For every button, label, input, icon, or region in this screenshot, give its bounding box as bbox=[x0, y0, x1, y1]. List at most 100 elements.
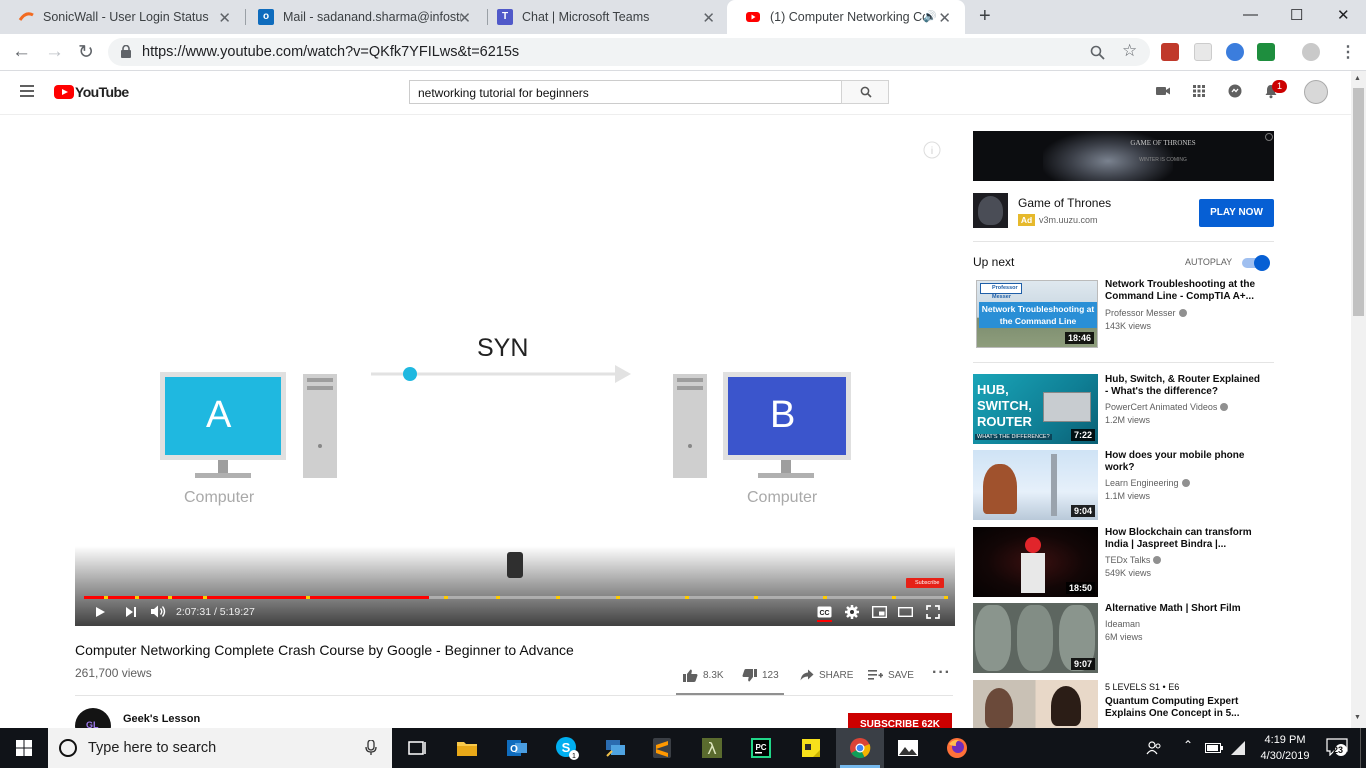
close-tab-icon[interactable]: ✕ bbox=[218, 9, 231, 27]
create-video-icon[interactable] bbox=[1155, 83, 1171, 99]
theater-mode-icon[interactable] bbox=[898, 606, 913, 618]
view-count: 6M views bbox=[1105, 632, 1143, 642]
back-arrow-icon[interactable]: ← bbox=[12, 41, 31, 63]
address-bar[interactable]: https://www.youtube.com/watch?v=QKfk7YFI… bbox=[108, 38, 1150, 66]
computer-b-label: Computer bbox=[747, 489, 818, 506]
subscribe-watermark[interactable]: Subscribe bbox=[906, 578, 944, 588]
channel-name: TEDx Talks bbox=[1105, 555, 1162, 565]
recommended-video[interactable]: 5 LEVELS S1 • E6 Quantum Computing Exper… bbox=[973, 680, 1274, 728]
recommended-video[interactable]: 9:07 Alternative Math | Short Film Ideam… bbox=[973, 603, 1274, 675]
extension-icon[interactable] bbox=[1257, 43, 1275, 61]
extension-icon[interactable] bbox=[1226, 43, 1244, 61]
battery-icon[interactable] bbox=[1205, 742, 1223, 754]
play-now-button[interactable]: PLAY NOW bbox=[1199, 199, 1274, 227]
thumbnail-subtext: WHAT'S THE DIFFERENCE? bbox=[975, 434, 1052, 440]
dislike-button[interactable]: 123 bbox=[742, 669, 779, 682]
thumbnail-device bbox=[1043, 392, 1091, 422]
scrollbar-thumb[interactable] bbox=[1353, 88, 1364, 316]
save-button[interactable]: SAVE bbox=[868, 669, 914, 681]
minimize-button[interactable]: — bbox=[1243, 6, 1258, 23]
apps-grid-icon[interactable] bbox=[1191, 83, 1207, 99]
maximize-button[interactable]: ☐ bbox=[1290, 6, 1303, 24]
like-button[interactable]: 8.3K bbox=[683, 669, 724, 682]
tab-youtube-active[interactable]: (1) Computer Networking Co 🔊 ✕ bbox=[727, 0, 965, 34]
sublime-text-icon[interactable] bbox=[650, 736, 674, 760]
skype-icon[interactable]: S1 bbox=[555, 736, 579, 760]
microphone-icon[interactable] bbox=[365, 740, 377, 756]
tab-teams[interactable]: T Chat | Microsoft Teams ✕ bbox=[479, 0, 729, 34]
pdf-extension-icon[interactable] bbox=[1161, 43, 1179, 61]
hamburger-menu-icon[interactable] bbox=[20, 85, 34, 97]
reload-icon[interactable]: ↻ bbox=[78, 41, 94, 64]
youtube-logo[interactable]: YouTube bbox=[54, 84, 129, 100]
audio-playing-icon[interactable]: 🔊 bbox=[923, 10, 937, 23]
miniplayer-icon[interactable] bbox=[872, 606, 887, 618]
view-count: 1.2M views bbox=[1105, 415, 1151, 425]
scroll-up-arrow-icon[interactable]: ▲ bbox=[1354, 75, 1361, 82]
close-tab-icon[interactable]: ✕ bbox=[938, 9, 951, 27]
tab-sonicwall[interactable]: SonicWall - User Login Status ✕ bbox=[0, 0, 245, 34]
menu-kebab-icon[interactable]: ⋮ bbox=[1340, 42, 1356, 62]
forward-arrow-icon[interactable]: → bbox=[45, 41, 64, 63]
taskbar-search-box[interactable]: Type here to search bbox=[48, 728, 392, 768]
ad-info-icon[interactable] bbox=[1265, 133, 1273, 141]
search-input[interactable]: networking tutorial for beginners bbox=[409, 80, 842, 104]
video-thumbnail: Professor Messer Network Troubleshooting… bbox=[976, 280, 1098, 348]
next-video-icon[interactable] bbox=[124, 606, 137, 618]
show-hidden-icons-chevron-icon[interactable]: ⌃ bbox=[1183, 738, 1193, 752]
file-explorer-icon[interactable] bbox=[455, 736, 479, 760]
bookmark-star-icon[interactable]: ☆ bbox=[1122, 41, 1137, 61]
video-player[interactable]: i SYN A B Computer Computer Subscribe 2:… bbox=[75, 116, 955, 626]
close-tab-icon[interactable]: ✕ bbox=[458, 9, 471, 27]
recommended-video[interactable]: 9:04 How does your mobile phone work? Le… bbox=[973, 450, 1274, 522]
firefox-icon[interactable] bbox=[945, 736, 969, 760]
youtube-logo-text: YouTube bbox=[75, 84, 129, 100]
profile-avatar-icon[interactable] bbox=[1302, 43, 1320, 61]
browser-tab-strip: SonicWall - User Login Status ✕ o Mail -… bbox=[0, 0, 1366, 34]
user-avatar[interactable] bbox=[1304, 80, 1328, 104]
search-button[interactable] bbox=[841, 80, 889, 104]
more-actions-icon[interactable]: ··· bbox=[932, 664, 951, 682]
settings-gear-icon[interactable] bbox=[845, 605, 859, 619]
photos-icon[interactable] bbox=[896, 736, 920, 760]
close-tab-icon[interactable]: ✕ bbox=[702, 9, 715, 27]
ad-title[interactable]: Game of Thrones bbox=[1018, 196, 1111, 210]
task-view-icon[interactable] bbox=[405, 736, 429, 760]
windows-start-icon[interactable] bbox=[16, 740, 32, 756]
messages-icon[interactable] bbox=[1227, 83, 1243, 99]
volume-icon[interactable] bbox=[150, 604, 167, 619]
scroll-down-arrow-icon[interactable]: ▼ bbox=[1354, 714, 1361, 721]
share-button[interactable]: SHARE bbox=[800, 669, 853, 681]
captions-icon[interactable]: CC bbox=[817, 606, 832, 618]
fullscreen-icon[interactable] bbox=[926, 605, 940, 619]
close-window-button[interactable]: ✕ bbox=[1337, 6, 1350, 24]
video-duration: 18:50 bbox=[1065, 582, 1095, 594]
recommended-video[interactable]: 18:50 How Blockchain can transform India… bbox=[973, 527, 1274, 599]
zoom-icon[interactable] bbox=[1090, 45, 1105, 60]
recommended-video[interactable]: HUB, SWITCH, ROUTER WHAT'S THE DIFFERENC… bbox=[973, 374, 1274, 446]
lambda-app-icon[interactable]: λ bbox=[700, 736, 724, 760]
recommended-video[interactable]: Professor Messer Network Troubleshooting… bbox=[973, 279, 1274, 352]
progress-bar[interactable] bbox=[84, 596, 948, 599]
outlook-taskbar-icon[interactable]: O bbox=[505, 736, 529, 760]
ad-banner[interactable]: GAME OF THRONES WINTER IS COMING bbox=[973, 131, 1274, 181]
play-icon[interactable] bbox=[93, 605, 107, 619]
show-desktop-button[interactable] bbox=[1360, 728, 1366, 768]
pycharm-icon[interactable]: PC bbox=[749, 736, 773, 760]
new-tab-button[interactable]: + bbox=[979, 5, 991, 28]
channel-name[interactable]: Geek's Lesson bbox=[123, 713, 200, 725]
svg-text:PC: PC bbox=[755, 743, 766, 752]
extension-icon[interactable] bbox=[1194, 43, 1212, 61]
computer-b-letter: B bbox=[770, 394, 796, 436]
taskbar-clock[interactable]: 4:19 PM 4/30/2019 bbox=[1250, 732, 1320, 764]
chrome-icon[interactable] bbox=[848, 736, 872, 760]
ad-thumbnail[interactable] bbox=[973, 193, 1008, 228]
wifi-icon[interactable] bbox=[1230, 740, 1246, 756]
remote-desktop-icon[interactable] bbox=[603, 736, 627, 760]
sticky-notes-icon[interactable] bbox=[799, 736, 823, 760]
tab-outlook-mail[interactable]: o Mail - sadanand.sharma@infostretch ✕ bbox=[240, 0, 485, 34]
people-icon[interactable] bbox=[1146, 740, 1162, 756]
lock-icon bbox=[121, 45, 131, 58]
autoplay-toggle[interactable] bbox=[1242, 255, 1270, 271]
clock-date: 4/30/2019 bbox=[1260, 750, 1310, 762]
